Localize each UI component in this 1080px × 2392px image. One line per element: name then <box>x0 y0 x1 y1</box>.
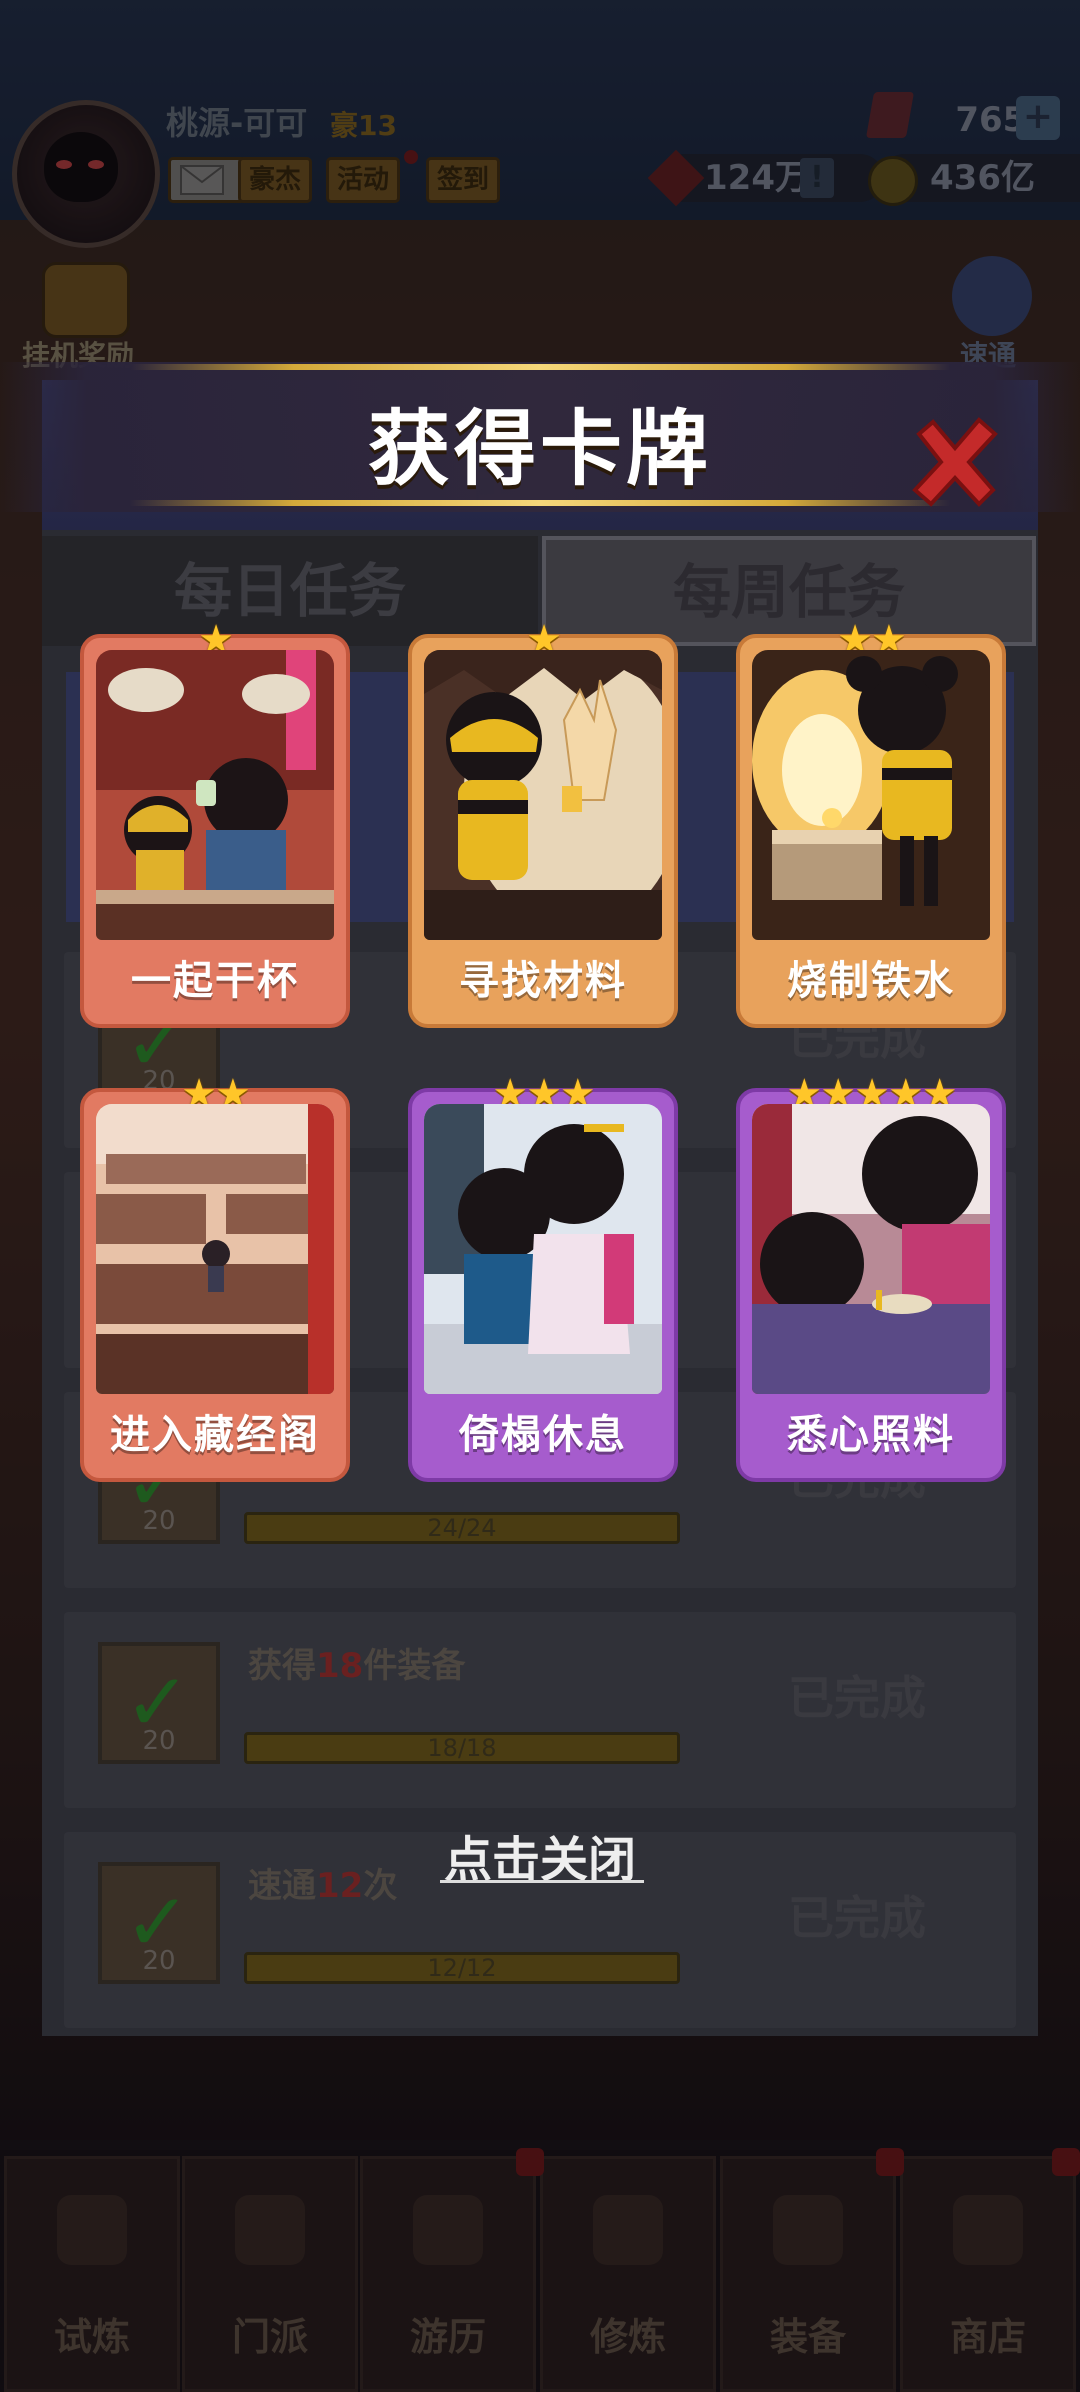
card-find-materials[interactable]: ★ 寻找材料 <box>408 620 678 1028</box>
card-smelt-iron[interactable]: ★★ 烧制铁水 <box>736 620 1006 1028</box>
task-progress-text: 18/18 <box>427 1734 497 1762</box>
card-rest-on-couch[interactable]: ★★★ 倚榻休息 <box>408 1074 678 1482</box>
task-progress-text: 12/12 <box>427 1954 497 1982</box>
card-art-rest-couple <box>424 1104 662 1394</box>
card-art-care-bedside <box>752 1104 990 1394</box>
task-reward-amount: 20 <box>142 1946 176 1976</box>
task-progress-bar: 12/12 <box>244 1952 680 1984</box>
task-status: 已完成 <box>788 1891 926 1945</box>
task-progress-bar: 24/24 <box>244 1512 680 1544</box>
task-status: 已完成 <box>788 1671 926 1725</box>
task-name: 获得18件装备 <box>248 1646 466 1686</box>
card-art-library <box>96 1104 334 1394</box>
card-label: 寻找材料 <box>459 958 627 1004</box>
task-progress-text: 24/24 <box>427 1514 497 1542</box>
card-enter-library[interactable]: ★★ 进入藏经阁 <box>80 1074 350 1482</box>
close-icon <box>912 417 998 507</box>
card-art-forge <box>752 650 990 940</box>
task-reward-amount: 20 <box>142 1506 176 1536</box>
close-hint-underline <box>440 1880 644 1883</box>
card-label: 进入藏经阁 <box>110 1412 320 1458</box>
card-art-crystal-cave <box>424 650 662 940</box>
task-row: ✓ 20 获得18件装备 18/18 已完成 <box>64 1612 1016 1808</box>
card-label: 悉心照料 <box>787 1412 955 1458</box>
card-label: 烧制铁水 <box>787 958 955 1004</box>
card-label: 一起干杯 <box>131 958 299 1004</box>
card-careful-care[interactable]: ★★★★★ 悉心照料 <box>736 1074 1006 1482</box>
task-progress-bar: 18/18 <box>244 1732 680 1764</box>
card-toast[interactable]: ★ 一起干杯 <box>80 620 350 1028</box>
card-label: 倚榻休息 <box>459 1412 627 1458</box>
task-reward-amount: 20 <box>142 1726 176 1756</box>
close-button[interactable] <box>905 412 1005 512</box>
card-art-toast-scene <box>96 650 334 940</box>
banner-gold-line <box>130 364 950 370</box>
task-reward-icon: ✓ 20 <box>98 1642 220 1764</box>
